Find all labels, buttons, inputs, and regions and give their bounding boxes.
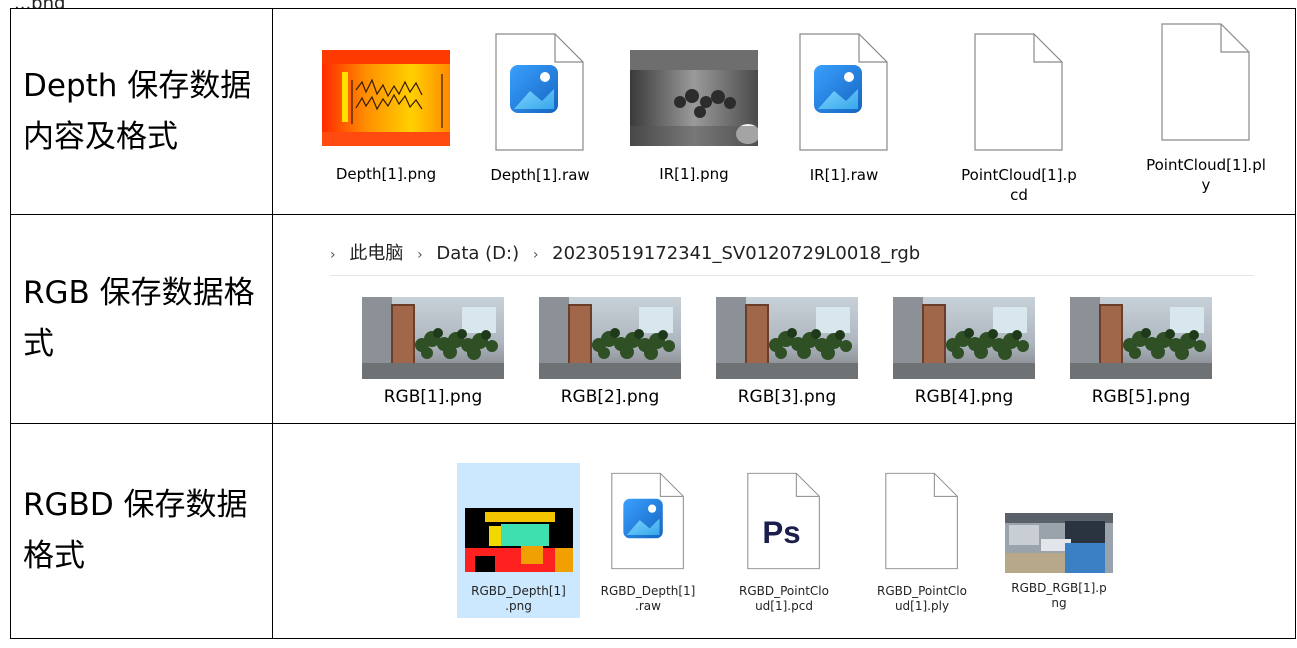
- file-name-depth-raw: Depth[1].raw: [490, 166, 590, 184]
- table-row-depth: Depth 保存数据内容及格式 Depth[1].png Depth[1].ra…: [10, 8, 1296, 215]
- file-rgbd-pointcloud-pcd[interactable]: Ps RGBD_PointClo ud[1].pcd: [729, 472, 839, 614]
- table-row-rgbd: RGBD 保存数据格式 RGBD_Depth[1] .png RGBD_Dept…: [10, 423, 1296, 639]
- blank-file-icon: [885, 472, 958, 570]
- file-name-rgbd-pointcloud-pcd: RGBD_PointClo ud[1].pcd: [739, 584, 829, 613]
- row-label-rgb: RGB 保存数据格式: [10, 214, 273, 424]
- file-name-ir-raw: IR[1].raw: [809, 166, 879, 184]
- file-name-rgb-5: RGB[5].png: [1091, 387, 1191, 407]
- breadcrumb-chevron-icon: ›: [532, 247, 539, 263]
- breadcrumb-this-pc[interactable]: 此电脑: [349, 243, 403, 264]
- rgb-photo-thumbnail: [1070, 297, 1212, 379]
- row-label-depth: Depth 保存数据内容及格式: [10, 8, 273, 215]
- file-name-rgbd-pointcloud-ply: RGBD_PointClo ud[1].ply: [877, 584, 967, 613]
- blank-file-icon: [974, 33, 1063, 151]
- file-rgbd-depth-png[interactable]: RGBD_Depth[1] .png: [457, 508, 580, 614]
- file-name-depth-png: Depth[1].png: [335, 165, 437, 183]
- file-rgb-3[interactable]: RGB[3].png: [707, 297, 867, 407]
- file-name-pointcloud-pcd: PointCloud[1].p cd: [961, 166, 1077, 204]
- file-pointcloud-pcd[interactable]: PointCloud[1].p cd: [949, 33, 1089, 205]
- table-row-rgb: RGB 保存数据格式 › 此电脑 › Data (D:) › 202305191…: [10, 214, 1296, 424]
- rgb-photo-thumbnail: [716, 297, 858, 379]
- breadcrumb-leading-chevron-icon: ›: [330, 247, 336, 263]
- rgbd-files-panel: RGBD_Depth[1] .png RGBD_Depth[1] .raw Ps…: [272, 423, 1296, 639]
- breadcrumb-data-drive[interactable]: Data (D:): [436, 243, 519, 264]
- file-rgbd-pointcloud-ply[interactable]: RGBD_PointClo ud[1].ply: [867, 472, 977, 614]
- file-rgb-5[interactable]: RGB[5].png: [1061, 297, 1221, 407]
- file-name-rgbd-depth-png: RGBD_Depth[1] .png: [471, 584, 566, 613]
- format-table: Depth 保存数据内容及格式 Depth[1].png Depth[1].ra…: [10, 8, 1296, 639]
- file-ir-png[interactable]: IR[1].png: [619, 50, 769, 184]
- image-file-icon: [799, 33, 888, 151]
- row-label-rgbd: RGBD 保存数据格式: [10, 423, 273, 639]
- image-file-icon: [611, 472, 684, 570]
- file-rgb-2[interactable]: RGB[2].png: [530, 297, 690, 407]
- breadcrumb-folder[interactable]: 20230519172341_SV0120729L0018_rgb: [552, 243, 920, 264]
- rgb-photo-thumbnail: [362, 297, 504, 379]
- depth-files-panel: Depth[1].png Depth[1].raw IR[1].png IR[1…: [272, 8, 1296, 215]
- rgb-photo-thumbnail: [539, 297, 681, 379]
- depth-colormap-thumbnail: [322, 50, 450, 146]
- rgbd-rgb-thumbnail: [1005, 513, 1113, 573]
- file-name-rgbd-rgb-png: RGBD_RGB[1].p ng: [1011, 581, 1107, 610]
- file-name-rgb-2: RGB[2].png: [560, 387, 660, 407]
- breadcrumb-chevron-icon: ›: [417, 247, 423, 263]
- breadcrumb-divider: [330, 275, 1254, 276]
- file-rgbd-rgb-png[interactable]: RGBD_RGB[1].p ng: [999, 513, 1119, 611]
- file-depth-raw[interactable]: Depth[1].raw: [475, 33, 605, 185]
- image-file-icon: [495, 33, 584, 151]
- photoshop-file-icon: Ps: [747, 472, 820, 570]
- file-rgb-1[interactable]: RGB[1].png: [353, 297, 513, 407]
- file-name-pointcloud-ply: PointCloud[1].pl y: [1146, 156, 1266, 194]
- file-pointcloud-ply[interactable]: PointCloud[1].pl y: [1131, 23, 1281, 195]
- file-ir-raw[interactable]: IR[1].raw: [779, 33, 909, 185]
- photoshop-glyph-text: Ps: [762, 515, 800, 550]
- file-name-rgb-3: RGB[3].png: [737, 387, 837, 407]
- file-name-ir-png: IR[1].png: [659, 165, 729, 183]
- blank-file-icon: [1161, 23, 1250, 141]
- file-name-rgb-4: RGB[4].png: [914, 387, 1014, 407]
- file-depth-png[interactable]: Depth[1].png: [311, 50, 461, 184]
- page-header-fragment: ...png: [14, 0, 65, 8]
- rgb-files-panel: › 此电脑 › Data (D:) › 20230519172341_SV012…: [272, 214, 1296, 424]
- ir-grayscale-thumbnail: [630, 50, 758, 146]
- file-name-rgbd-depth-raw: RGBD_Depth[1] .raw: [600, 584, 696, 613]
- rgb-photo-thumbnail: [893, 297, 1035, 379]
- file-rgbd-depth-raw[interactable]: RGBD_Depth[1] .raw: [593, 472, 703, 614]
- file-rgb-4[interactable]: RGB[4].png: [884, 297, 1044, 407]
- file-name-rgb-1: RGB[1].png: [383, 387, 483, 407]
- rgbd-depth-thumbnail: [464, 508, 573, 572]
- breadcrumb: › 此电脑 › Data (D:) › 20230519172341_SV012…: [330, 239, 928, 265]
